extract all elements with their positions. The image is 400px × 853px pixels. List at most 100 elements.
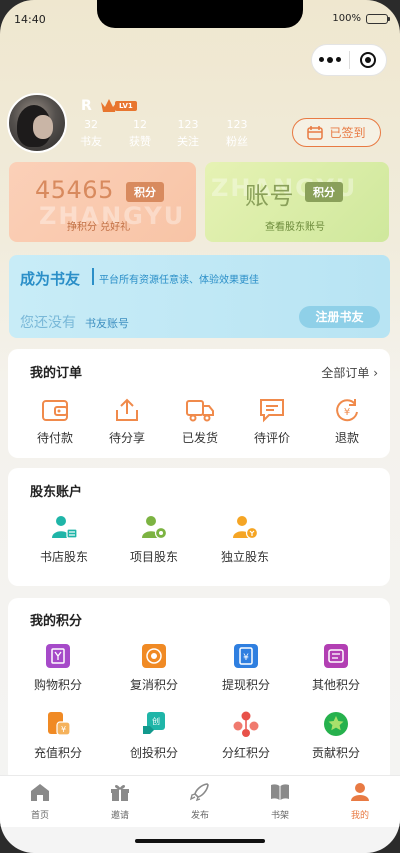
points-withdraw[interactable]: ¥ 提现积分 bbox=[218, 642, 274, 693]
order-label: 待付款 bbox=[36, 431, 73, 445]
close-miniprogram-icon[interactable] bbox=[349, 52, 386, 68]
shareholder-bookstore[interactable]: 书店股东 bbox=[36, 514, 92, 565]
no-account-text: 您还没有 bbox=[20, 315, 76, 331]
tab-label: 首页 bbox=[30, 811, 49, 821]
tab-publish[interactable]: 发布 bbox=[160, 776, 240, 827]
points-recharge[interactable]: ¥ 充值积分 bbox=[30, 710, 86, 761]
points-label: 复消积分 bbox=[129, 678, 178, 692]
signin-label: 已签到 bbox=[329, 126, 366, 140]
points-card[interactable]: ZHANGYU 45465 积分 挣积分 兑好礼 bbox=[9, 162, 196, 242]
shareholder-project[interactable]: 项目股东 bbox=[126, 514, 182, 565]
points-other[interactable]: 其他积分 bbox=[308, 642, 364, 693]
tab-home[interactable]: 首页 bbox=[0, 776, 80, 827]
level-text: LV1 bbox=[115, 100, 137, 111]
battery-status: 100% bbox=[332, 13, 390, 24]
stat-number: 12 bbox=[133, 118, 147, 131]
battery-percent: 100% bbox=[332, 13, 361, 24]
status-time: 14:40 bbox=[14, 13, 46, 26]
order-refund[interactable]: ¥ 退款 bbox=[324, 397, 370, 446]
order-shipped[interactable]: 已发货 bbox=[177, 397, 223, 446]
points-label: 充值积分 bbox=[33, 746, 82, 760]
vip-description: 平台所有资源任意读、体验效果更佳 bbox=[99, 275, 259, 286]
tab-label: 发布 bbox=[190, 811, 209, 821]
stat-friends[interactable]: 32 书友 bbox=[66, 118, 116, 149]
tab-label: 我的 bbox=[350, 811, 369, 821]
divider bbox=[92, 268, 94, 285]
signin-button[interactable]: 已签到 bbox=[292, 118, 381, 147]
points-repurchase[interactable]: 复消积分 bbox=[126, 642, 182, 693]
more-menu-icon[interactable] bbox=[312, 57, 349, 63]
refund-icon: ¥ bbox=[336, 399, 358, 422]
rocket-icon bbox=[189, 783, 209, 802]
svg-text:¥: ¥ bbox=[61, 725, 66, 734]
points-shopping[interactable]: 购物积分 bbox=[30, 642, 86, 693]
all-orders-link[interactable]: 全部订单 › bbox=[321, 364, 378, 381]
svg-text:¥: ¥ bbox=[243, 653, 249, 663]
order-label: 待评价 bbox=[253, 431, 290, 445]
points-venture[interactable]: 创 创投积分 bbox=[126, 710, 182, 761]
my-points-title: 我的积分 bbox=[30, 614, 83, 629]
shareholder-label: 独立股东 bbox=[220, 550, 269, 564]
bookstore-shareholder-icon bbox=[52, 516, 78, 539]
gift-icon bbox=[111, 785, 129, 801]
points-contribution[interactable]: 贡献积分 bbox=[308, 710, 364, 761]
repurchase-points-icon bbox=[142, 644, 166, 668]
stat-following[interactable]: 123 关注 bbox=[163, 118, 213, 149]
battery-icon bbox=[366, 13, 390, 24]
all-orders-label: 全部订单 bbox=[321, 366, 370, 380]
points-label: 其他积分 bbox=[311, 678, 360, 692]
comment-icon bbox=[260, 399, 284, 423]
book-icon bbox=[271, 784, 289, 800]
phone-screen: 14:40 100% R LV1 32 书友 12 获赞 123 关注 123 … bbox=[0, 0, 400, 853]
account-subtitle: 查看股东账号 bbox=[265, 222, 325, 233]
person-icon bbox=[351, 783, 369, 801]
stat-label: 粉丝 bbox=[226, 135, 248, 148]
avatar[interactable] bbox=[7, 93, 67, 153]
vip-title: 成为书友 bbox=[20, 270, 81, 288]
independent-shareholder-icon bbox=[233, 516, 259, 540]
register-member-button[interactable]: 注册书友 bbox=[299, 306, 380, 328]
bottom-tab-bar: 首页 邀请 发布 书架 我的 bbox=[0, 775, 400, 827]
share-icon bbox=[116, 398, 138, 421]
points-dividend[interactable]: 分红积分 bbox=[218, 710, 274, 761]
order-label: 已发货 bbox=[181, 431, 218, 445]
truck-icon bbox=[186, 400, 214, 422]
shareholder-independent[interactable]: 独立股东 bbox=[217, 514, 273, 565]
stat-fans[interactable]: 123 粉丝 bbox=[212, 118, 262, 149]
stat-number: 123 bbox=[177, 118, 199, 131]
tab-label: 书架 bbox=[270, 811, 289, 821]
level-badge: LV1 bbox=[100, 98, 137, 113]
points-value: 45465 bbox=[35, 176, 114, 204]
become-member-banner: 成为书友 平台所有资源任意读、体验效果更佳 您还没有 书友账号 注册书友 bbox=[9, 255, 390, 338]
tab-bookshelf[interactable]: 书架 bbox=[240, 776, 320, 827]
stat-label: 获赞 bbox=[129, 135, 151, 148]
wallet-icon bbox=[42, 400, 68, 421]
home-icon bbox=[31, 784, 49, 801]
svg-text:创: 创 bbox=[152, 716, 160, 726]
order-pending-share[interactable]: 待分享 bbox=[104, 397, 150, 446]
points-label: 购物积分 bbox=[33, 678, 82, 692]
account-card[interactable]: ZHANGYU 账号 积分 查看股东账号 bbox=[205, 162, 389, 242]
points-label: 分红积分 bbox=[221, 746, 270, 760]
stat-likes[interactable]: 12 获赞 bbox=[115, 118, 165, 149]
home-indicator bbox=[135, 839, 265, 843]
order-pending-review[interactable]: 待评价 bbox=[249, 397, 295, 446]
chevron-right-icon: › bbox=[373, 366, 378, 380]
tab-mine[interactable]: 我的 bbox=[320, 776, 400, 827]
withdraw-points-icon: ¥ bbox=[234, 644, 258, 668]
stat-label: 关注 bbox=[177, 135, 199, 148]
shareholder-title: 股东账户 bbox=[30, 485, 83, 500]
orders-title: 我的订单 bbox=[30, 366, 83, 381]
account-type-text: 书友账号 bbox=[85, 317, 129, 330]
svg-text:¥: ¥ bbox=[344, 407, 350, 418]
dividend-points-icon bbox=[233, 711, 259, 737]
tab-invite[interactable]: 邀请 bbox=[80, 776, 160, 827]
order-label: 待分享 bbox=[108, 431, 145, 445]
user-name: R bbox=[81, 98, 92, 114]
account-tag: 积分 bbox=[305, 182, 343, 202]
contribution-points-icon bbox=[324, 712, 348, 736]
my-points-panel: 我的积分 购物积分 复消积分 ¥ 提现积分 其他积分 ¥ 充值积分 创 创投积分… bbox=[8, 598, 390, 783]
order-pending-payment[interactable]: 待付款 bbox=[32, 397, 78, 446]
recharge-points-icon: ¥ bbox=[48, 712, 71, 736]
points-label: 创投积分 bbox=[129, 746, 178, 760]
